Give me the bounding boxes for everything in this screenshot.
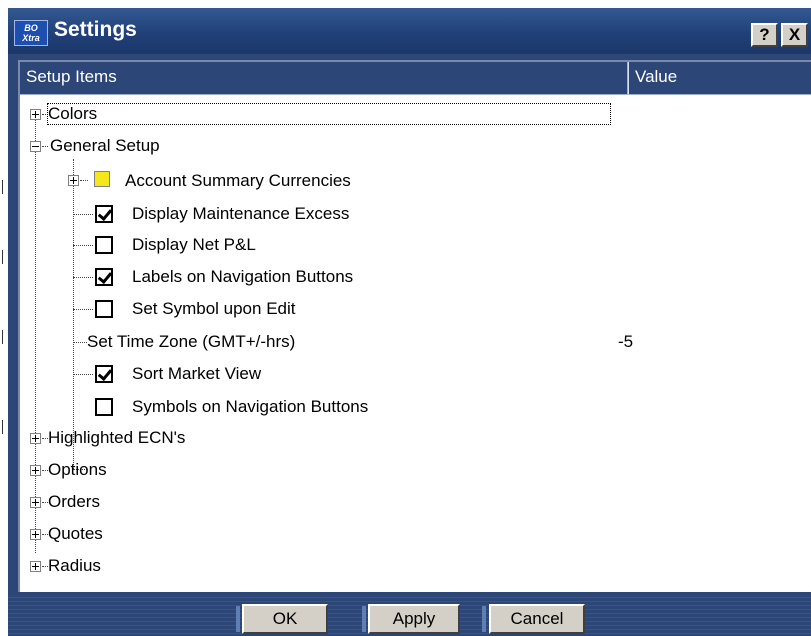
help-button[interactable]: ? — [751, 23, 778, 47]
title-bar[interactable]: BO Xtra Settings ? X — [8, 8, 811, 54]
tree-item-display-net-pl[interactable]: Display Net P&L — [132, 235, 256, 255]
tree-item-symbols-on-navigation-buttons[interactable]: Symbols on Navigation Buttons — [132, 397, 368, 417]
expand-options-icon[interactable] — [30, 465, 41, 476]
set-time-zone-value[interactable]: -5 — [618, 332, 633, 352]
currency-swatch-icon — [94, 171, 110, 187]
tree-item-colors[interactable]: Colors — [47, 103, 611, 125]
set-symbol-upon-edit-checkbox[interactable] — [95, 300, 113, 318]
display-maintenance-excess-checkbox[interactable] — [95, 205, 113, 223]
settings-tree-panel: Setup Items Value Colors General Setup A… — [18, 60, 811, 592]
separator — [482, 606, 486, 632]
tree-item-highlighted-ecns[interactable]: Highlighted ECN's — [48, 428, 185, 448]
settings-window: BO Xtra Settings ? X Setup Items Value Co… — [8, 8, 811, 636]
tree-item-set-symbol-upon-edit[interactable]: Set Symbol upon Edit — [132, 299, 295, 319]
tree-line — [35, 113, 36, 553]
sort-market-view-checkbox[interactable] — [95, 365, 113, 383]
tree-item-account-summary-currencies[interactable]: Account Summary Currencies — [125, 171, 351, 191]
settings-tree: Colors General Setup Account Summary Cur… — [20, 95, 811, 592]
tree-item-general-setup[interactable]: General Setup — [50, 136, 160, 156]
ok-button[interactable]: OK — [242, 604, 328, 634]
close-button[interactable]: X — [781, 23, 808, 47]
expand-account-summary-currencies-icon[interactable] — [68, 175, 79, 186]
tree-item-set-time-zone[interactable]: Set Time Zone (GMT+/-hrs) — [87, 332, 295, 352]
tree-item-sort-market-view[interactable]: Sort Market View — [132, 364, 261, 384]
separator — [236, 606, 240, 632]
apply-button[interactable]: Apply — [368, 604, 460, 634]
expand-highlighted-ecns-icon[interactable] — [30, 433, 41, 444]
tree-item-radius[interactable]: Radius — [48, 556, 101, 576]
expand-orders-icon[interactable] — [30, 497, 41, 508]
symbols-on-navigation-buttons-checkbox[interactable] — [95, 398, 113, 416]
expand-quotes-icon[interactable] — [30, 529, 41, 540]
window-title: Settings — [54, 18, 137, 41]
button-bar: OK Apply Cancel — [8, 594, 811, 636]
tree-line — [73, 159, 74, 469]
tree-item-orders[interactable]: Orders — [48, 492, 100, 512]
separator — [362, 606, 366, 632]
tree-item-labels-on-navigation-buttons[interactable]: Labels on Navigation Buttons — [132, 267, 353, 287]
display-net-pl-checkbox[interactable] — [95, 236, 113, 254]
app-icon: BO Xtra — [14, 20, 48, 46]
expand-colors-icon[interactable] — [30, 109, 41, 120]
column-header-setup-items[interactable]: Setup Items — [20, 62, 628, 95]
expand-radius-icon[interactable] — [30, 561, 41, 572]
labels-on-navigation-buttons-checkbox[interactable] — [95, 268, 113, 286]
tree-item-display-maintenance-excess[interactable]: Display Maintenance Excess — [132, 204, 349, 224]
collapse-general-setup-icon[interactable] — [30, 141, 41, 152]
tree-item-quotes[interactable]: Quotes — [48, 524, 103, 544]
desktop-edge — [0, 0, 8, 636]
column-header-value[interactable]: Value — [628, 62, 811, 95]
cancel-button[interactable]: Cancel — [489, 604, 585, 634]
tree-item-options[interactable]: Options — [48, 460, 107, 480]
